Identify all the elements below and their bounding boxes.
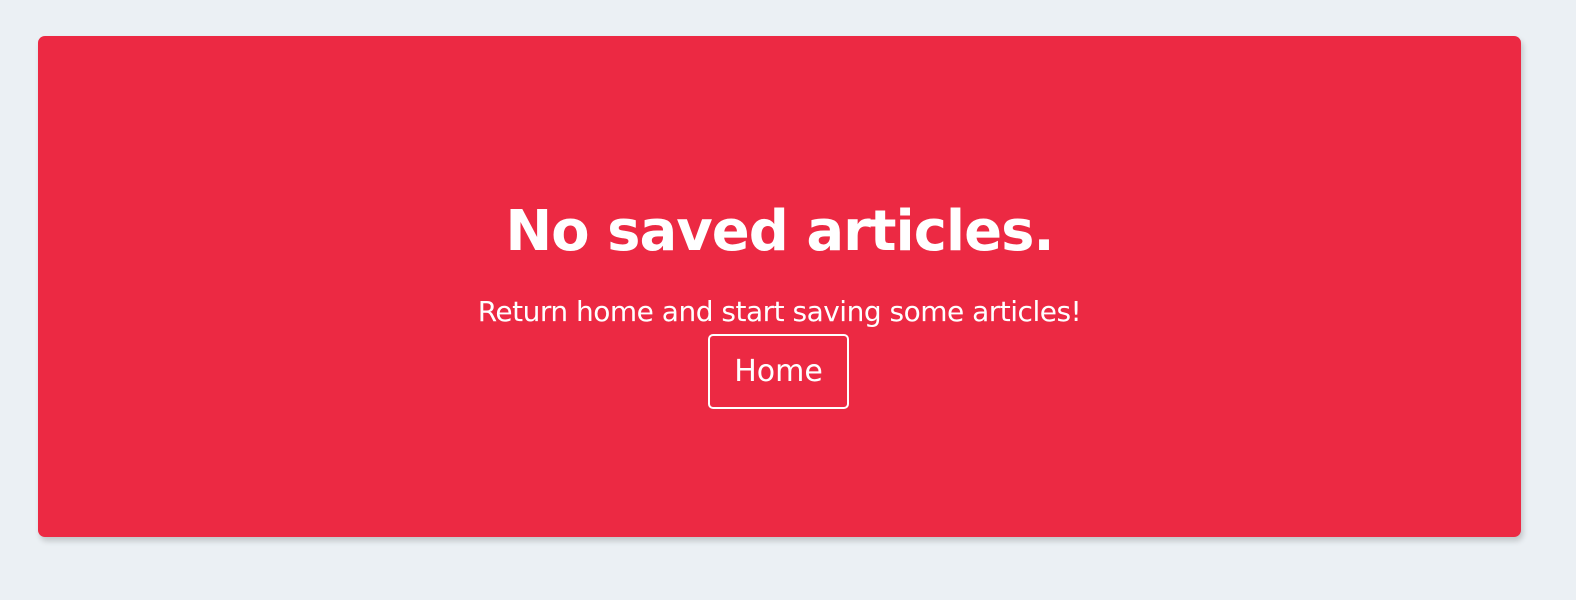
empty-state-card: No saved articles. Return home and start… bbox=[38, 36, 1521, 537]
empty-state-subtitle: Return home and start saving some articl… bbox=[477, 295, 1082, 328]
empty-state-title: No saved articles. bbox=[505, 199, 1054, 264]
home-button[interactable]: Home bbox=[708, 334, 849, 409]
